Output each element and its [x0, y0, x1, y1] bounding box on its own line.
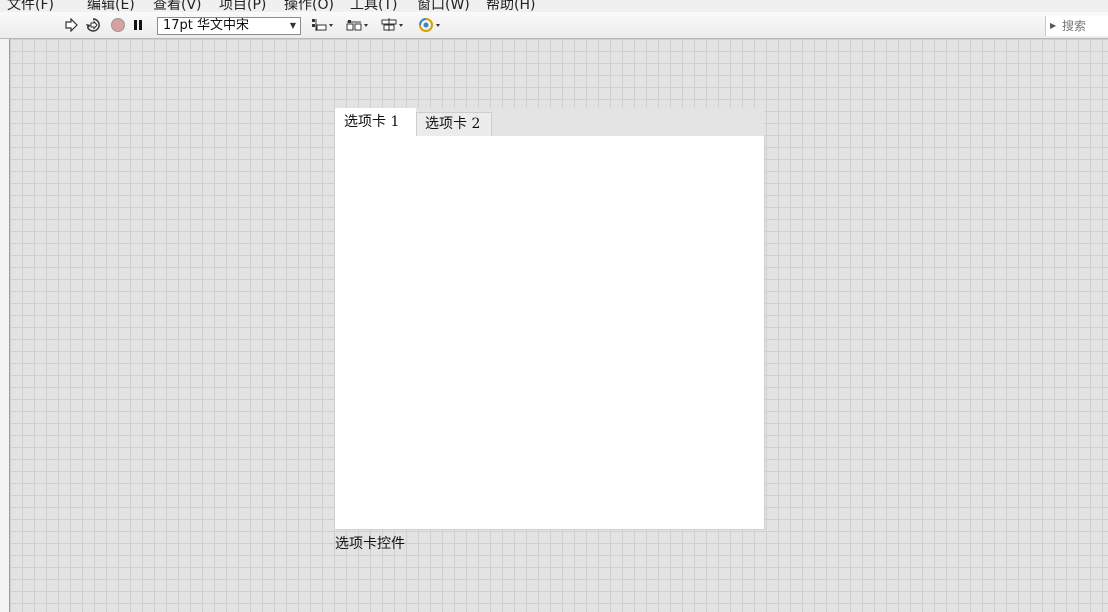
menu-edit[interactable]: 编辑(E)	[87, 0, 135, 12]
menu-window[interactable]: 窗口(W)	[417, 0, 470, 12]
menu-project[interactable]: 项目(P)	[219, 0, 266, 12]
tab-1-label: 选项卡 1	[344, 114, 400, 130]
menu-bar: 文件(F) 编辑(E) 查看(V) 项目(P) 操作(O) 工具(T) 窗口(W…	[0, 0, 1108, 12]
menu-tools[interactable]: 工具(T)	[350, 0, 397, 12]
pause-icon[interactable]	[131, 16, 145, 34]
run-continuously-icon[interactable]	[84, 16, 102, 34]
distribute-objects-icon[interactable]	[345, 16, 371, 34]
menu-file[interactable]: 文件(F)	[7, 0, 54, 12]
search-input[interactable]: 搜索	[1062, 16, 1086, 36]
abort-icon[interactable]	[109, 16, 127, 34]
tab-2-label: 选项卡 2	[425, 116, 481, 132]
toolbar: 17pt 华文中宋 ▼ ▶ 搜索	[0, 12, 1108, 39]
align-objects-icon[interactable]	[310, 16, 336, 34]
resize-objects-icon[interactable]	[380, 16, 406, 34]
tab-control-caption: 选项卡控件	[335, 536, 405, 552]
chevron-right-icon: ▶	[1050, 21, 1057, 30]
panel-left-edge	[0, 39, 10, 612]
font-selector-value: 17pt 华文中宋	[163, 18, 250, 33]
tab-control[interactable]: 选项卡 1 选项卡 2	[335, 108, 764, 529]
text-settings-dropdown[interactable]: 17pt 华文中宋 ▼	[157, 17, 301, 35]
run-arrow-icon[interactable]	[63, 16, 79, 34]
chevron-down-icon: ▼	[289, 21, 296, 30]
menu-operate[interactable]: 操作(O)	[284, 0, 334, 12]
menu-view[interactable]: 查看(V)	[153, 0, 202, 12]
tab-1[interactable]: 选项卡 1	[335, 108, 416, 136]
tab-page-content[interactable]	[335, 136, 764, 529]
menu-help[interactable]: 帮助(H)	[486, 0, 535, 12]
reorder-icon[interactable]	[417, 16, 443, 34]
tab-2[interactable]: 选项卡 2	[416, 112, 492, 136]
search-box[interactable]: ▶ 搜索	[1045, 16, 1108, 36]
